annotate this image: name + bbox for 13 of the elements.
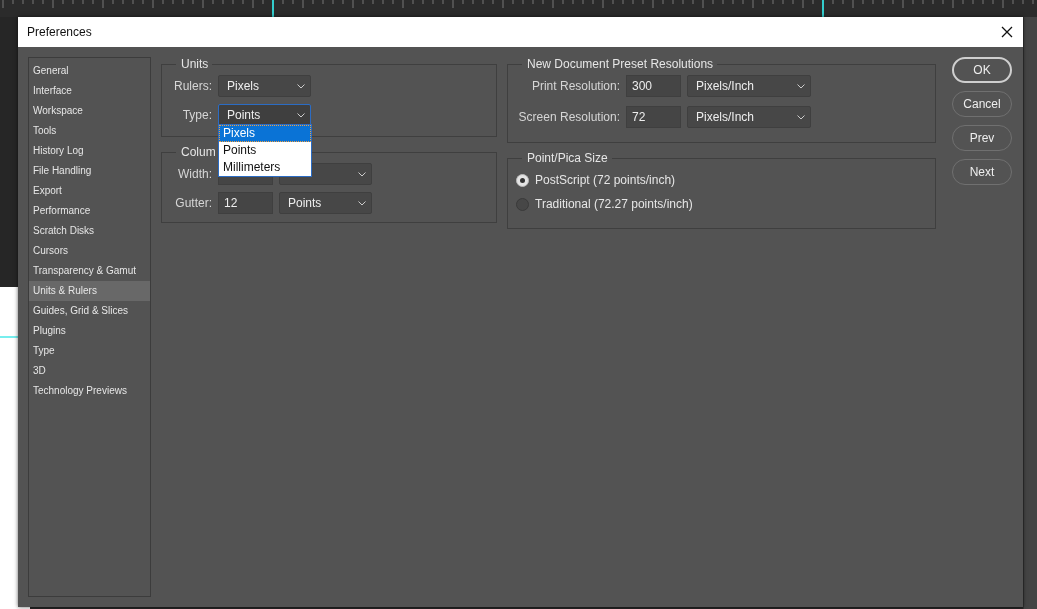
group-title: Point/Pica Size — [526, 151, 609, 165]
field-label: Gutter: — [174, 196, 212, 210]
group-title: Colum — [180, 145, 217, 159]
group-title: New Document Preset Resolutions — [526, 57, 715, 71]
field-label: Screen Resolution: — [517, 110, 620, 124]
group-title: Units — [180, 57, 210, 71]
radio-label: PostScript (72 points/inch) — [535, 173, 676, 187]
field-label: Rulers: — [173, 79, 212, 93]
window-title: Preferences — [27, 25, 92, 39]
field-label: Type: — [181, 108, 212, 122]
radio-label: Traditional (72.27 points/inch) — [535, 197, 693, 211]
field-label: Print Resolution: — [530, 79, 620, 93]
field-label: Width: — [177, 167, 212, 181]
